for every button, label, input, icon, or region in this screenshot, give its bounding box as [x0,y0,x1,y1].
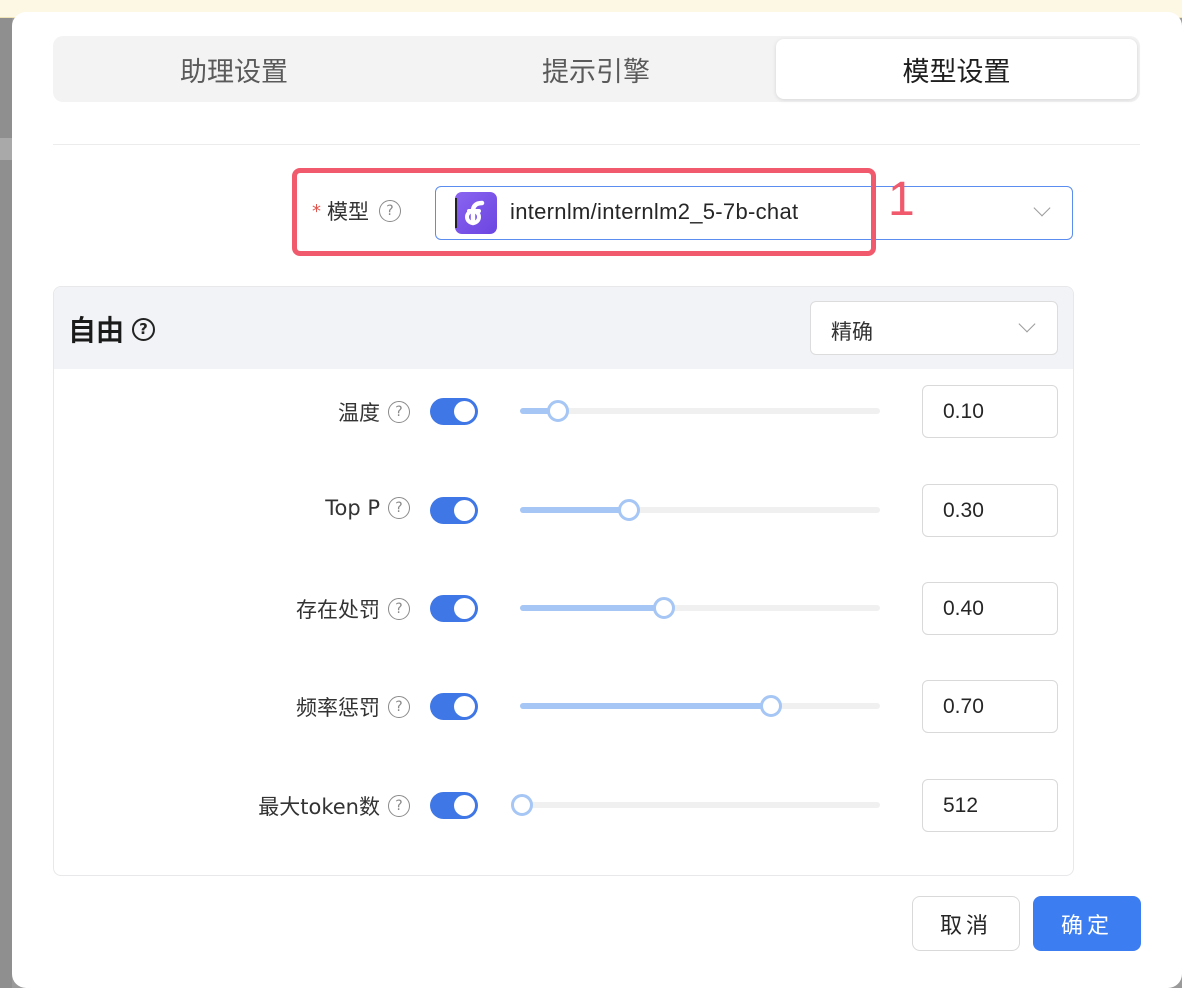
parameters-panel-title: 自由 ? [68,309,156,349]
slider-fill [520,703,772,709]
cancel-button[interactable]: 取消 [912,896,1020,951]
tab-prompt-engine[interactable]: 提示引擎 [415,36,777,102]
param-toggle[interactable] [430,595,478,622]
param-slider[interactable] [520,597,880,619]
param-row-frequency-penalty: 频率惩罚? 0.70 [54,680,1073,734]
toggle-knob [454,500,475,521]
slider-fill [520,605,665,611]
param-label: 最大token数? [258,791,410,821]
parameters-panel: 自由 ? 精确 温度? 0.10 Top P? 0.30 存在处罚? 0.40 [53,286,1074,876]
settings-tabs: 助理设置 提示引擎 模型设置 [53,36,1140,102]
param-row-max-tokens: 最大token数? 512 [54,779,1073,833]
param-row-temperature: 温度? 0.10 [54,385,1073,439]
param-label-text: 温度 [338,401,380,425]
param-value-input[interactable]: 0.10 [922,385,1058,438]
param-toggle[interactable] [430,693,478,720]
help-icon[interactable]: ? [388,497,410,519]
help-icon[interactable]: ? [379,200,401,222]
param-value-input[interactable]: 0.30 [922,484,1058,537]
parameters-panel-header: 自由 ? 精确 [54,287,1073,369]
param-slider[interactable] [511,794,880,816]
toggle-knob [454,795,475,816]
help-icon[interactable]: ? [388,401,410,423]
toggle-knob [454,696,475,717]
chevron-down-icon [1018,315,1036,333]
param-slider[interactable] [520,400,880,422]
tab-model-settings[interactable]: 模型设置 [776,39,1137,99]
toggle-knob [454,598,475,619]
logo-glyph-icon [465,200,485,226]
help-icon[interactable]: ? [388,795,410,817]
slider-handle[interactable] [760,695,783,717]
param-value-input[interactable]: 0.70 [922,680,1058,733]
slider-handle[interactable] [546,400,569,422]
background-element [0,138,12,160]
confirm-button[interactable]: 确定 [1033,896,1141,951]
model-provider-logo-icon [455,192,497,234]
param-label-text: 最大token数 [258,795,380,819]
param-slider[interactable] [520,695,880,717]
param-slider[interactable] [520,499,880,521]
param-label: 频率惩罚? [296,692,410,722]
chevron-down-icon [1033,199,1051,217]
param-value-input[interactable]: 0.40 [922,582,1058,635]
param-toggle[interactable] [430,792,478,819]
annotation-number: 1 [888,173,915,226]
slider-handle[interactable] [511,794,533,816]
slider-track [520,802,880,808]
param-label-text: Top P [325,496,380,520]
param-label-text: 频率惩罚 [296,696,380,720]
divider [53,144,1140,145]
param-label: 存在处罚? [296,594,410,624]
help-icon[interactable]: ? [388,696,410,718]
model-settings-dialog: 助理设置 提示引擎 模型设置 * 模型 ? internlm/internlm2… [12,12,1182,988]
param-row-presence-penalty: 存在处罚? 0.40 [54,582,1073,636]
preset-select-value: 精确 [831,320,873,344]
text-cursor [455,198,457,228]
model-label-text: 模型 [327,200,369,224]
panel-title-text: 自由 [68,314,125,347]
slider-handle[interactable] [617,499,640,521]
preset-select[interactable]: 精确 [810,301,1058,355]
help-icon[interactable]: ? [388,598,410,620]
param-toggle[interactable] [430,398,478,425]
model-field-label: * 模型 ? [312,196,401,226]
tab-assistant-settings[interactable]: 助理设置 [53,36,415,102]
toggle-knob [454,401,475,422]
model-select-value: internlm/internlm2_5-7b-chat [510,199,799,224]
model-select[interactable]: internlm/internlm2_5-7b-chat [435,186,1073,240]
help-icon[interactable]: ? [132,317,156,341]
required-mark: * [312,200,321,222]
param-label: 温度? [338,397,410,427]
slider-fill [520,507,629,513]
background-overlay [0,18,12,988]
slider-handle[interactable] [653,597,676,619]
param-toggle[interactable] [430,497,478,524]
param-label-text: 存在处罚 [296,598,380,622]
param-value-input[interactable]: 512 [922,779,1058,832]
param-label: Top P? [325,496,410,520]
param-row-top-p: Top P? 0.30 [54,484,1073,538]
slider-track [520,408,880,414]
